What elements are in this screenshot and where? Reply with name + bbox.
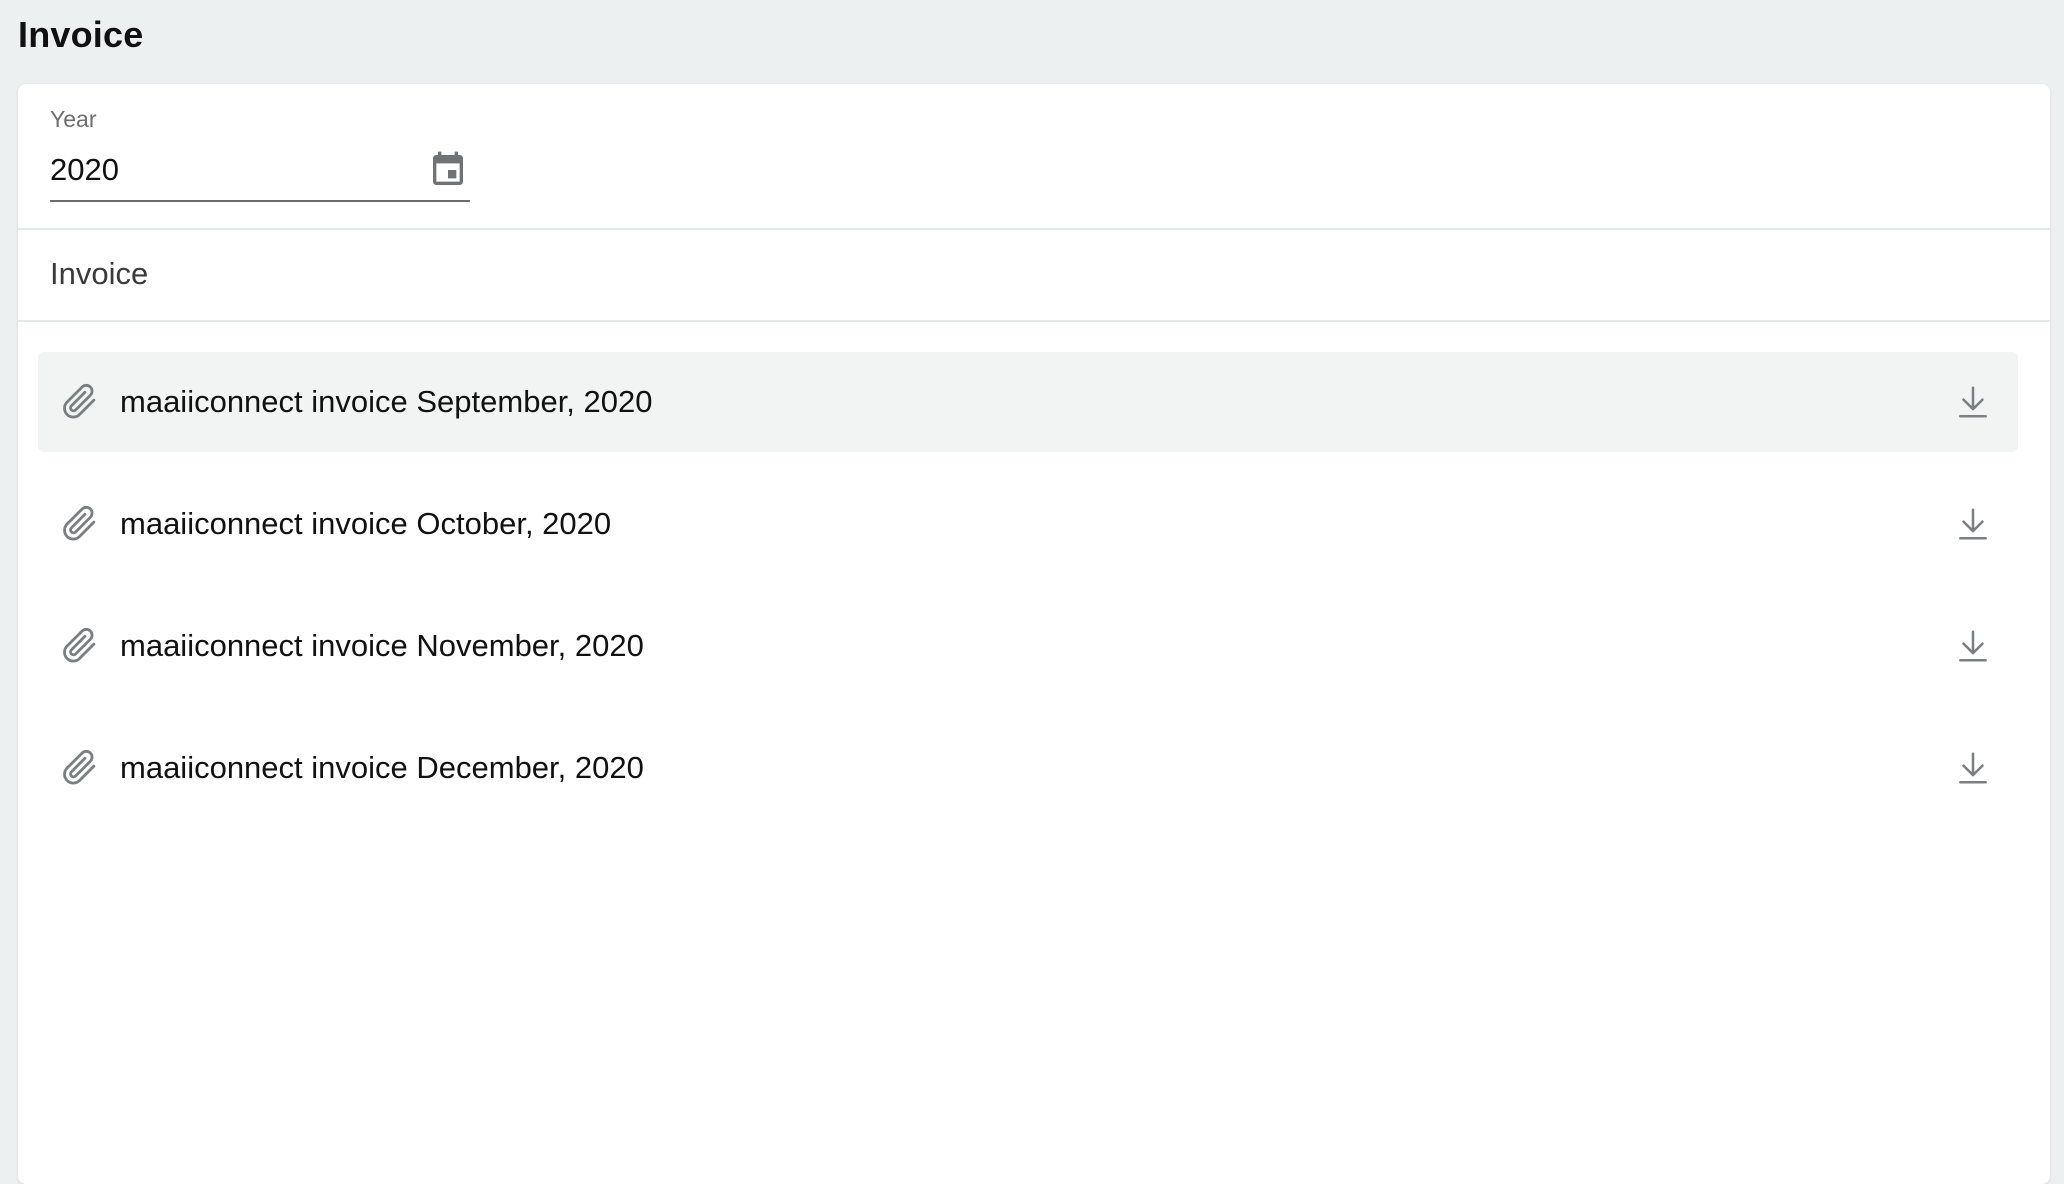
- section-title: Invoice: [50, 256, 149, 291]
- paperclip-icon: [63, 749, 96, 785]
- invoice-label: maaiiconnect invoice November, 2020: [120, 628, 644, 663]
- download-icon[interactable]: [1954, 748, 1992, 788]
- page-title: Invoice: [18, 14, 144, 55]
- year-input[interactable]: [50, 152, 410, 188]
- invoice-row[interactable]: maaiiconnect invoice December, 2020: [38, 718, 2018, 818]
- download-icon[interactable]: [1954, 504, 1992, 544]
- invoice-card: Year Invoice maaiiconnect invoice Septem…: [18, 84, 2050, 1184]
- download-icon[interactable]: [1954, 382, 1992, 422]
- paperclip-icon: [63, 505, 96, 541]
- invoice-label: maaiiconnect invoice October, 2020: [120, 506, 612, 541]
- year-label: Year: [50, 106, 97, 132]
- invoice-row[interactable]: maaiiconnect invoice October, 2020: [38, 474, 2018, 574]
- year-field[interactable]: Year: [50, 106, 470, 202]
- invoice-row[interactable]: maaiiconnect invoice September, 2020: [38, 352, 2018, 452]
- paperclip-icon: [63, 383, 96, 419]
- invoice-label: maaiiconnect invoice September, 2020: [120, 384, 653, 419]
- download-icon[interactable]: [1954, 626, 1992, 666]
- calendar-icon[interactable]: [428, 148, 468, 192]
- invoice-label: maaiiconnect invoice December, 2020: [120, 750, 644, 785]
- paperclip-icon: [63, 627, 96, 663]
- invoice-list: maaiiconnect invoice September, 2020 maa…: [38, 352, 2018, 840]
- invoice-section-header: Invoice: [18, 230, 2050, 322]
- invoice-row[interactable]: maaiiconnect invoice November, 2020: [38, 596, 2018, 696]
- year-filter-section: Year: [18, 84, 2050, 230]
